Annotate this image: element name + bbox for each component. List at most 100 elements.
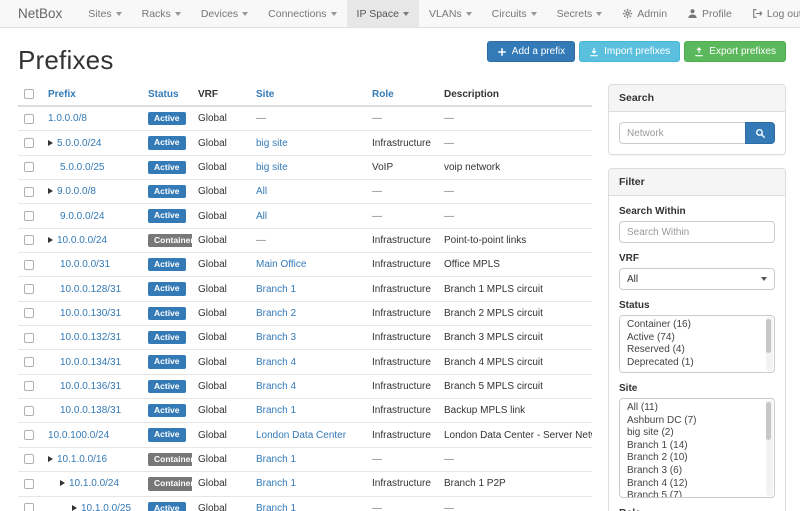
- prefix-link[interactable]: 10.1.0.0/25: [81, 503, 131, 511]
- prefix-link[interactable]: 5.0.0.0/25: [60, 162, 104, 173]
- row-checkbox[interactable]: [24, 406, 34, 416]
- filter-option[interactable]: big site (2): [620, 427, 774, 440]
- site-link[interactable]: Branch 1: [256, 284, 296, 295]
- search-input[interactable]: [619, 122, 745, 144]
- prefix-link[interactable]: 10.0.0.0/31: [60, 259, 110, 270]
- nav-item-admin[interactable]: Admin: [612, 0, 677, 27]
- site-link[interactable]: Branch 4: [256, 357, 296, 368]
- prefix-link[interactable]: 9.0.0.0/8: [57, 186, 96, 197]
- site-link[interactable]: big site: [256, 138, 288, 149]
- scrollbar-track[interactable]: [766, 400, 773, 496]
- filter-option[interactable]: Branch 4 (12): [620, 478, 774, 491]
- filter-option[interactable]: Branch 2 (10): [620, 452, 774, 465]
- prefix-link[interactable]: 9.0.0.0/24: [60, 211, 104, 222]
- row-checkbox[interactable]: [24, 260, 34, 270]
- site-link[interactable]: big site: [256, 162, 288, 173]
- site-link[interactable]: Branch 4: [256, 381, 296, 392]
- row-checkbox[interactable]: [24, 114, 34, 124]
- row-checkbox[interactable]: [24, 503, 34, 511]
- filter-option[interactable]: Container (16): [620, 319, 774, 332]
- prefix-link[interactable]: 10.0.0.136/31: [60, 381, 121, 392]
- nav-item-circuits[interactable]: Circuits: [482, 0, 547, 27]
- prefix-link[interactable]: 5.0.0.0/24: [57, 138, 101, 149]
- filter-option[interactable]: Reserved (4): [620, 344, 774, 357]
- table-row: 10.0.0.134/31ActiveGlobalBranch 4Infrast…: [18, 350, 592, 374]
- row-checkbox[interactable]: [24, 454, 34, 464]
- scrollbar-thumb[interactable]: [766, 402, 771, 440]
- row-checkbox[interactable]: [24, 308, 34, 318]
- prefix-link[interactable]: 1.0.0.0/8: [48, 113, 87, 124]
- brand-logo[interactable]: NetBox: [0, 0, 78, 27]
- column-header-site[interactable]: Site: [250, 84, 366, 106]
- column-header-role[interactable]: Role: [366, 84, 438, 106]
- site-link[interactable]: Branch 2: [256, 308, 296, 319]
- nav-item-profile[interactable]: Profile: [677, 0, 742, 27]
- row-checkbox[interactable]: [24, 284, 34, 294]
- site-link[interactable]: Branch 3: [256, 332, 296, 343]
- filter-option[interactable]: Active (74): [620, 332, 774, 345]
- prefix-link[interactable]: 10.0.0.134/31: [60, 357, 121, 368]
- row-checkbox[interactable]: [24, 187, 34, 197]
- select-all-checkbox[interactable]: [24, 89, 34, 99]
- prefix-link[interactable]: 10.0.0.128/31: [60, 284, 121, 295]
- navbar: NetBox SitesRacksDevicesConnectionsIP Sp…: [0, 0, 800, 28]
- site-link[interactable]: London Data Center: [256, 430, 346, 441]
- site-link[interactable]: Branch 1: [256, 478, 296, 489]
- row-checkbox[interactable]: [24, 357, 34, 367]
- prefix-link[interactable]: 10.0.0.130/31: [60, 308, 121, 319]
- vrf-cell: Global: [192, 350, 250, 374]
- expand-caret-icon: [48, 237, 53, 243]
- prefix-link[interactable]: 10.0.0.132/31: [60, 332, 121, 343]
- scrollbar-thumb[interactable]: [766, 319, 771, 353]
- row-checkbox[interactable]: [24, 162, 34, 172]
- role-cell: —: [366, 204, 438, 228]
- filter-option[interactable]: Ashburn DC (7): [620, 415, 774, 428]
- nav-item-log-out[interactable]: Log out: [742, 0, 800, 27]
- site-link[interactable]: Branch 1: [256, 454, 296, 465]
- prefix-link[interactable]: 10.0.100.0/24: [48, 430, 109, 441]
- site-link[interactable]: Main Office: [256, 259, 306, 270]
- nav-item-ip-space[interactable]: IP Space: [347, 0, 419, 27]
- filter-option[interactable]: Deprecated (1): [620, 357, 774, 370]
- row-checkbox[interactable]: [24, 138, 34, 148]
- row-checkbox[interactable]: [24, 479, 34, 489]
- import-prefixes-button[interactable]: Import prefixes: [579, 41, 680, 62]
- table-row: 10.0.0.132/31ActiveGlobalBranch 3Infrast…: [18, 326, 592, 350]
- vrf-select[interactable]: All: [619, 268, 775, 290]
- site-link[interactable]: All: [256, 211, 267, 222]
- add-a-prefix-button[interactable]: Add a prefix: [487, 41, 575, 62]
- row-checkbox[interactable]: [24, 211, 34, 221]
- column-header-prefix[interactable]: Prefix: [42, 84, 142, 106]
- nav-item-vlans[interactable]: VLANs: [419, 0, 482, 27]
- site-link[interactable]: Branch 1: [256, 503, 296, 511]
- row-checkbox[interactable]: [24, 235, 34, 245]
- search-within-input[interactable]: [619, 221, 775, 243]
- status-cell: Container: [142, 472, 192, 496]
- filter-option[interactable]: Branch 5 (7): [620, 490, 774, 498]
- prefix-link[interactable]: 10.1.0.0/24: [69, 478, 119, 489]
- row-checkbox[interactable]: [24, 430, 34, 440]
- nav-item-secrets[interactable]: Secrets: [547, 0, 613, 27]
- nav-item-devices[interactable]: Devices: [191, 0, 258, 27]
- vrf-cell: Global: [192, 155, 250, 179]
- filter-option[interactable]: Branch 3 (6): [620, 465, 774, 478]
- site-link[interactable]: All: [256, 186, 267, 197]
- filter-option[interactable]: All (11): [620, 402, 774, 415]
- row-checkbox[interactable]: [24, 381, 34, 391]
- search-button[interactable]: [745, 122, 775, 144]
- nav-item-racks[interactable]: Racks: [132, 0, 191, 27]
- filter-option[interactable]: Branch 1 (14): [620, 440, 774, 453]
- chevron-down-icon: [596, 12, 602, 16]
- column-header-status[interactable]: Status: [142, 84, 192, 106]
- nav-item-connections[interactable]: Connections: [258, 0, 346, 27]
- nav-item-sites[interactable]: Sites: [78, 0, 131, 27]
- role-text: Infrastructure: [372, 357, 431, 368]
- prefix-link[interactable]: 10.0.0.0/24: [57, 235, 107, 246]
- scrollbar-track[interactable]: [766, 317, 773, 371]
- row-checkbox[interactable]: [24, 333, 34, 343]
- prefix-cell: 10.0.0.130/31: [42, 301, 142, 325]
- prefix-link[interactable]: 10.0.0.138/31: [60, 405, 121, 416]
- export-prefixes-button[interactable]: Export prefixes: [684, 41, 786, 62]
- prefix-link[interactable]: 10.1.0.0/16: [57, 454, 107, 465]
- site-link[interactable]: Branch 1: [256, 405, 296, 416]
